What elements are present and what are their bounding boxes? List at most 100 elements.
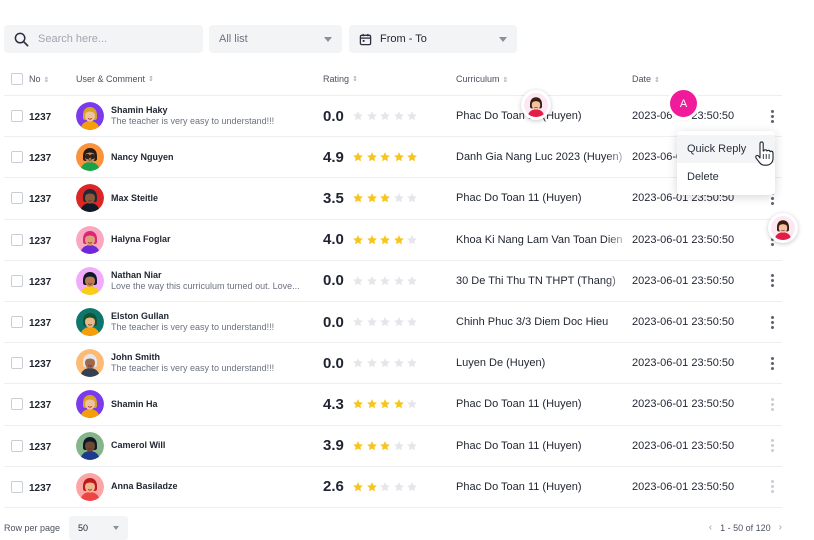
star-rating [352,234,420,246]
row-checkbox[interactable] [11,233,23,246]
more-vertical-icon[interactable] [770,274,774,288]
search-box[interactable] [4,25,203,53]
star-empty-icon [379,357,393,369]
star-filled-icon [379,234,393,246]
star-empty-icon [393,440,407,452]
more-vertical-icon[interactable] [770,315,774,329]
rating-value: 4.9 [323,148,344,166]
star-empty-icon [393,316,407,328]
star-rating [352,481,420,493]
curriculum-name[interactable]: Phac Do Toan 11 (Huyen) [456,192,632,204]
curriculum-name[interactable]: Luyen De (Huyen) [456,357,632,369]
star-empty-icon [406,398,420,410]
table-row[interactable]: 1237 Nancy Nguyen 4.9 Danh Gia Nang Luc 202… [4,137,782,179]
select-all-checkbox[interactable] [11,72,23,85]
user-name: Halyna Foglar [111,234,171,245]
more-vertical-icon[interactable] [770,109,774,123]
delete-menu-item[interactable]: Delete [677,163,775,191]
row-checkbox[interactable] [11,357,23,370]
rows-per-page-select[interactable]: 50 [69,515,129,540]
column-user-header[interactable]: User & Comment ⇕ [76,74,323,84]
star-filled-icon [366,440,380,452]
curriculum-name[interactable]: Phac Do Toan 11 (Huyen) [456,481,632,493]
table-body: 1237 Shamin Haky The teacher is very easy … [4,96,782,508]
column-curriculum-header[interactable]: Curriculum ⇕ [456,74,632,84]
table-row[interactable]: 1237 Shamin Ha 4.3 Phac Do Toan 11 (Huyen) 2… [4,384,782,426]
chevron-down-icon [113,525,120,530]
curriculum-name[interactable]: Phac Do Toan 11 (Huyen) [456,440,632,452]
sort-icon: ⇕ [352,75,358,83]
star-empty-icon [379,275,393,287]
sort-icon: ⇕ [148,75,154,83]
star-filled-icon [352,398,366,410]
curriculum-name[interactable]: Khoa Ki Nang Lam Van Toan Dien [456,233,632,246]
table-row[interactable]: 1237 Halyna Foglar 4.0 Khoa Ki Nang Lam Van… [4,220,782,261]
rating-value: 3.9 [323,437,344,455]
star-empty-icon [406,192,420,204]
star-empty-icon [406,110,420,122]
user-comment: Love the way this curriculum turned out.… [111,280,300,291]
curriculum-name[interactable]: 30 De Thi Thu TN THPT (Thang) [456,274,632,287]
avatar [76,143,104,172]
column-date-header[interactable]: Date ⇕ [632,74,762,84]
star-rating [352,192,420,204]
pagination: ‹ 1 - 50 of 120 › [709,522,782,533]
star-empty-icon [406,234,420,246]
star-filled-icon [379,151,393,163]
table-footer: Row per page 50 ‹ 1 - 50 of 120 › [4,515,782,540]
reviews-table: No ⇕ User & Comment ⇕ Rating ⇕ Curriculum ⇕ … [4,62,782,508]
row-number: 1237 [29,318,52,330]
rating-value: 0.0 [323,313,344,331]
more-vertical-icon[interactable] [770,356,774,370]
star-empty-icon [366,316,380,328]
star-empty-icon [393,192,407,204]
date-range-picker[interactable]: From - To [349,25,517,53]
row-number: 1237 [29,276,52,288]
review-date: 2023-06-01 23:50:50 [632,398,735,411]
row-checkbox[interactable] [11,316,23,329]
review-date: 2023-06-01 23:50:50 [632,316,735,329]
chevron-left-icon[interactable]: ‹ [709,522,712,533]
star-rating [352,440,420,452]
table-row[interactable]: 1237 Nathan Niar Love the way this curricu… [4,261,782,302]
row-checkbox[interactable] [11,192,23,205]
user-comment: The teacher is very easy to understand!!… [111,116,275,127]
row-checkbox[interactable] [11,439,23,452]
list-filter-value: All list [219,33,248,45]
more-vertical-icon[interactable] [770,397,774,411]
search-input[interactable] [38,33,188,45]
rating-value: 0.0 [323,107,344,125]
curriculum-name[interactable]: Chinh Phuc 3/3 Diem Doc Hieu [456,316,632,329]
curriculum-name[interactable]: Phac Do Toan 11 (Huyen) [456,398,632,410]
column-no-header[interactable]: No ⇕ [29,74,76,84]
row-checkbox[interactable] [11,274,23,287]
avatar [76,390,104,419]
row-checkbox[interactable] [11,398,23,411]
star-empty-icon [352,110,366,122]
star-filled-icon [406,151,420,163]
collaborator-avatar [768,213,798,243]
table-row[interactable]: 1237 Camerol Will 3.9 Phac Do Toan 11 (Huye… [4,426,782,467]
avatar [76,266,104,295]
row-checkbox[interactable] [11,151,23,164]
row-checkbox[interactable] [11,110,23,123]
user-name: Shamin Haky [111,104,168,115]
table-row[interactable]: 1237 Shamin Haky The teacher is very easy … [4,96,782,138]
more-vertical-icon[interactable] [770,480,774,494]
row-number: 1237 [29,235,52,247]
row-checkbox[interactable] [11,480,23,493]
chevron-right-icon[interactable]: › [779,522,782,533]
curriculum-name[interactable]: Danh Gia Nang Luc 2023 (Huyen) [456,151,632,164]
more-vertical-icon[interactable] [770,439,774,453]
table-row[interactable]: 1237 John Smith The teacher is very easy t… [4,343,782,385]
column-label: Date [632,73,652,84]
star-empty-icon [366,110,380,122]
pagination-range: 1 - 50 of 120 [720,522,771,533]
column-rating-header[interactable]: Rating ⇕ [323,74,456,84]
table-row[interactable]: 1237 Elston Gullan The teacher is very eas… [4,302,782,344]
list-filter-select[interactable]: All list [209,25,342,53]
star-filled-icon [393,398,407,410]
table-row[interactable]: 1237 Anna Basiladze 2.6 Phac Do Toan 11 (Hu… [4,467,782,508]
table-row[interactable]: 1237 Max Steitle 3.5 Phac Do Toan 11 (Huyen… [4,178,782,220]
rating-value: 0.0 [323,354,344,372]
